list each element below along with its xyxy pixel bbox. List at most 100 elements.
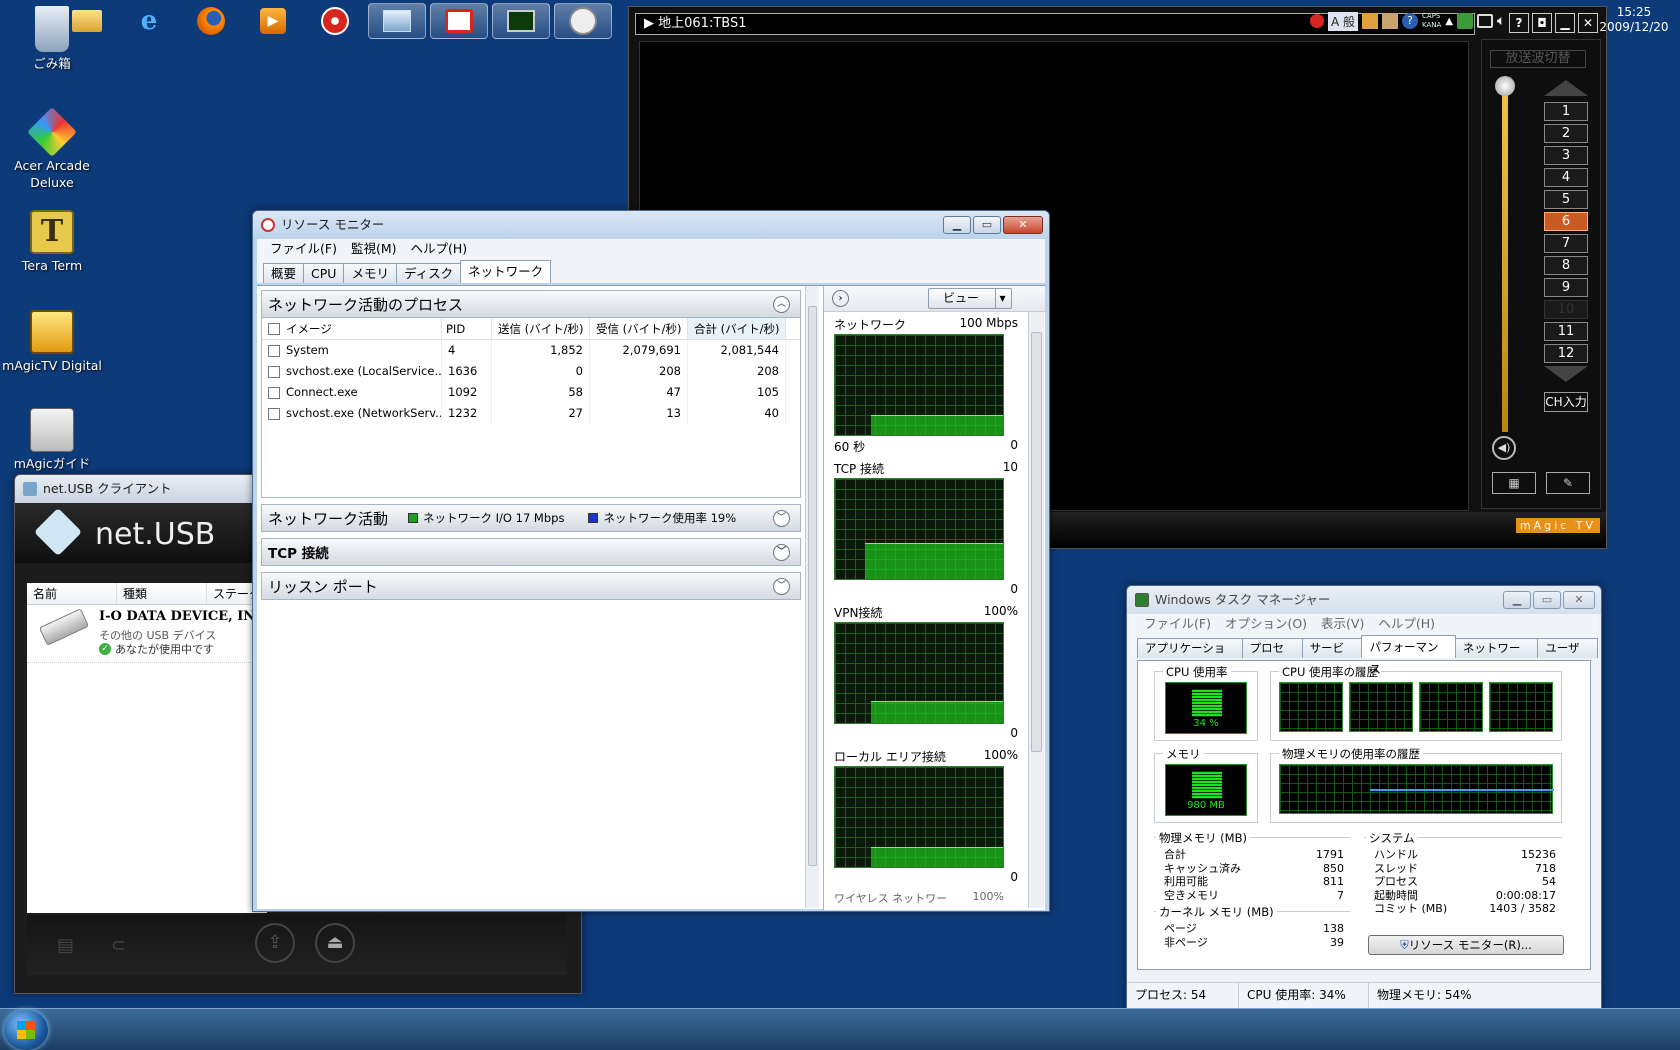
table-row[interactable]: svchost.exe (LocalService... 1636 0 208 208 (262, 361, 800, 382)
channel-up-icon[interactable] (1544, 80, 1588, 96)
maximize-button[interactable]: ▭ (973, 216, 1001, 234)
column-name[interactable]: 名前 (27, 583, 117, 604)
row-checkbox[interactable] (268, 344, 280, 357)
help-icon[interactable]: ? (1402, 13, 1419, 29)
tab-performance[interactable]: パフォーマンス (1361, 635, 1456, 676)
channel-button-12[interactable]: 12 (1544, 344, 1588, 363)
row-checkbox[interactable] (268, 386, 280, 399)
close-button[interactable]: ✕ (1563, 591, 1595, 609)
tools-button[interactable]: ✎ (1546, 472, 1590, 494)
menu-options[interactable]: オプション(O) (1218, 614, 1314, 634)
close-button[interactable]: ✕ (1003, 216, 1043, 234)
ime-mode[interactable]: A 般 (1328, 11, 1359, 31)
minimize-button[interactable]: ▁ (943, 216, 971, 234)
start-button[interactable] (4, 1010, 48, 1050)
table-row[interactable]: System 4 1,852 2,079,691 2,081,544 (262, 340, 800, 361)
volume-knob[interactable] (1495, 76, 1515, 96)
channel-button-8[interactable]: 8 (1544, 256, 1588, 275)
column-recv[interactable]: 受信 (バイト/秒) (590, 318, 688, 339)
clock[interactable]: 15:25 2009/12/20 (1596, 5, 1672, 35)
menu-help[interactable]: ヘルプ(H) (1371, 614, 1442, 634)
resmon-title-bar[interactable]: リソース モニター ▁ ▭ ✕ (253, 211, 1049, 239)
tab-services[interactable]: サービス (1301, 638, 1363, 674)
select-all-checkbox[interactable] (268, 322, 280, 335)
connect-button[interactable]: ⇪ (255, 923, 295, 963)
taskbar-magictv[interactable] (430, 3, 488, 39)
tab-applications[interactable]: アプリケーション (1137, 638, 1243, 674)
tab-memory[interactable]: メモリ (343, 263, 397, 283)
section-tcp[interactable]: TCP 接続 ﹀ (261, 538, 801, 566)
menu-file[interactable]: ファイル(F) (1137, 614, 1218, 634)
table-row[interactable]: svchost.exe (NetworkServ... 1232 27 13 40 (262, 403, 800, 424)
maximize-button[interactable]: ▭ (1533, 591, 1561, 609)
tab-processes[interactable]: プロセス (1241, 638, 1303, 674)
channel-button-9[interactable]: 9 (1544, 278, 1588, 297)
taskbar-explorer[interactable] (58, 3, 116, 39)
tab-overview[interactable]: 概要 (263, 263, 305, 283)
channel-button-3[interactable]: 3 (1544, 146, 1588, 165)
taskbar-ie[interactable]: e (120, 3, 178, 39)
channel-button-10[interactable]: 10 (1544, 300, 1588, 319)
tab-cpu[interactable]: CPU (303, 263, 345, 283)
expand-icon[interactable]: ﹀ (773, 544, 790, 561)
channel-button-1[interactable]: 1 (1544, 102, 1588, 121)
channel-button-2[interactable]: 2 (1544, 124, 1588, 143)
taskbar-firefox[interactable] (182, 3, 240, 39)
taskmgr-title-bar[interactable]: Windows タスク マネージャー ▁ ▭ ✕ (1127, 586, 1601, 614)
menu-monitor[interactable]: 監視(M) (344, 239, 404, 259)
scrollbar-thumb[interactable] (1031, 332, 1042, 752)
channel-button-4[interactable]: 4 (1544, 168, 1588, 187)
column-pid[interactable]: PID (442, 318, 492, 339)
menu-view[interactable]: 表示(V) (1314, 614, 1371, 634)
tab-users[interactable]: ユーザー (1537, 638, 1598, 674)
expand-icon[interactable]: ﹀ (773, 510, 790, 527)
ch-input-button[interactable]: CH入力 (1544, 392, 1588, 412)
minimize-button[interactable]: ▁ (1503, 591, 1531, 609)
scrollbar-thumb[interactable] (808, 306, 817, 866)
channel-button-11[interactable]: 11 (1544, 322, 1588, 341)
column-total[interactable]: 合計 (バイト/秒) (688, 318, 786, 339)
row-checkbox[interactable] (268, 365, 280, 378)
ime-icon[interactable] (1310, 14, 1324, 28)
channel-button-5[interactable]: 5 (1544, 190, 1588, 209)
taskbar-media-player[interactable]: ▶ (244, 3, 302, 39)
broadcast-switch-button[interactable]: 放送波切替 (1490, 50, 1586, 68)
view-button[interactable]: ビュー ▾ (928, 288, 1012, 309)
desktop-icon-acer-arcade[interactable]: Acer Arcade Deluxe (0, 107, 104, 191)
list-view-icon[interactable]: ▤ (57, 935, 74, 956)
action-center-icon[interactable] (1457, 13, 1474, 29)
expand-icon[interactable]: ﹀ (773, 578, 790, 595)
taskbar-resource-monitor[interactable] (554, 3, 612, 39)
graph-scrollbar[interactable] (1028, 312, 1044, 908)
column-type[interactable]: 種類 (117, 583, 207, 604)
taskbar-task-manager[interactable] (492, 3, 550, 39)
menu-file[interactable]: ファイル(F) (263, 239, 344, 259)
section-network-activity[interactable]: ネットワーク活動 ネットワーク I/O 17 Mbps ネットワーク使用率 19… (261, 504, 801, 532)
epg-button[interactable]: ▦ (1492, 472, 1536, 494)
row-checkbox[interactable] (268, 407, 280, 420)
column-send[interactable]: 送信 (バイト/秒) (492, 318, 590, 339)
usb-plug-icon[interactable]: ⊂ (111, 935, 126, 956)
network-icon[interactable] (1477, 14, 1494, 28)
volume-icon[interactable]: 🔈︎ (1497, 13, 1505, 29)
netusb-device-row[interactable]: I-O DATA DEVICE, IN その他の USB デバイス ✓ あなたが… (27, 605, 267, 663)
section-network-processes[interactable]: ネットワーク活動のプロセス ︿ (261, 290, 801, 318)
tab-networking[interactable]: ネットワーク (1454, 638, 1539, 674)
channel-button-6[interactable]: 6 (1544, 212, 1588, 231)
menu-help[interactable]: ヘルプ(H) (404, 239, 475, 259)
left-pane-scrollbar[interactable] (805, 286, 819, 908)
desktop-icon-tera-term[interactable]: T Tera Term (0, 210, 104, 274)
column-image[interactable]: イメージ (262, 318, 442, 339)
ime-tools-icon[interactable] (1362, 13, 1379, 29)
volume-slider[interactable] (1502, 82, 1508, 432)
eject-button[interactable]: ⏏ (315, 923, 355, 963)
collapse-icon[interactable]: ︿ (773, 296, 790, 313)
section-listen-ports[interactable]: リッスン ポート ﹀ (261, 572, 801, 600)
desktop-icon-magic-guide[interactable]: mAgicガイド (0, 408, 104, 472)
taskbar-magic-app[interactable] (306, 3, 364, 39)
ime-pad-icon[interactable] (1382, 13, 1399, 29)
resource-monitor-button[interactable]: ⛨リソース モニター(R)... (1368, 935, 1564, 955)
show-hidden-icons[interactable]: ▲ (1445, 16, 1453, 27)
tab-network[interactable]: ネットワーク (460, 260, 552, 283)
taskbar-netusb[interactable] (368, 3, 426, 39)
